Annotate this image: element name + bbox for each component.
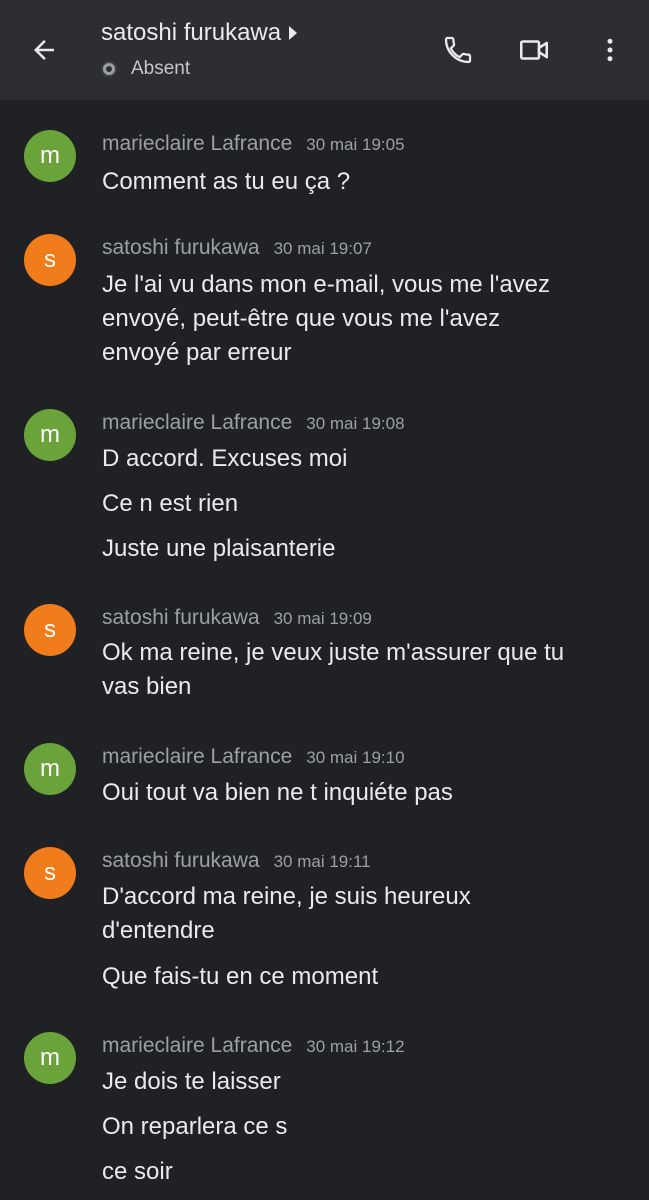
arrow-left-icon — [34, 40, 54, 60]
message-list: m marieclaire Lafrance 30 mai 19:05 Comm… — [0, 100, 649, 1200]
message-text[interactable]: Comment as tu eu ça ? — [102, 165, 622, 199]
message-text[interactable]: Que fais-tu en ce moment — [102, 960, 622, 994]
message-header: marieclaire Lafrance 30 mai 19:05 — [102, 132, 405, 156]
message-header: satoshi furukawa 30 mai 19:07 — [102, 236, 372, 260]
absent-status-icon — [103, 63, 115, 75]
sender-name: marieclaire Lafrance — [102, 745, 293, 768]
message-header: marieclaire Lafrance 30 mai 19:08 — [102, 411, 405, 435]
message-time: 30 mai 19:07 — [273, 239, 372, 258]
message-header: marieclaire Lafrance 30 mai 19:12 — [102, 1034, 405, 1058]
avatar-letter: m — [40, 421, 60, 448]
conversation-title[interactable]: satoshi furukawa — [101, 16, 298, 50]
message-text[interactable]: ce soir — [102, 1155, 622, 1189]
phone-icon — [444, 36, 472, 64]
message-time: 30 mai 19:09 — [273, 609, 372, 628]
avatar[interactable]: s — [24, 234, 76, 286]
message-text[interactable]: Oui tout va bien ne t inquiéte pas — [102, 776, 622, 810]
avatar-letter: m — [40, 142, 60, 169]
sender-name: satoshi furukawa — [102, 236, 260, 259]
avatar-letter: m — [40, 755, 60, 782]
message-text[interactable]: D accord. Excuses moi — [102, 442, 622, 476]
message-time: 30 mai 19:08 — [306, 414, 405, 433]
avatar[interactable]: m — [24, 1032, 76, 1084]
message-text[interactable]: Ce n est rien — [102, 487, 622, 521]
message-text[interactable]: Je l'ai vu dans mon e-mail, vous me l'av… — [102, 268, 622, 302]
chevron-right-icon — [289, 26, 298, 40]
sender-name: marieclaire Lafrance — [102, 1034, 293, 1057]
avatar-letter: m — [40, 1044, 60, 1071]
message-text[interactable]: Ok ma reine, je veux juste m'assurer que… — [102, 636, 622, 670]
chat-screen: satoshi furukawa Absent m marieclaire La… — [0, 0, 649, 1200]
avatar-letter: s — [44, 859, 56, 886]
message-text[interactable]: envoyé par erreur — [102, 336, 622, 370]
sender-name: marieclaire Lafrance — [102, 411, 293, 434]
message-text[interactable]: On reparlera ce s — [102, 1110, 622, 1144]
message-text[interactable]: d'entendre — [102, 914, 622, 948]
message-text[interactable]: envoyé, peut-être que vous me l'avez — [102, 302, 622, 336]
message-header: satoshi furukawa 30 mai 19:11 — [102, 849, 371, 873]
message-time: 30 mai 19:12 — [306, 1037, 405, 1056]
message-text[interactable]: Je dois te laisser — [102, 1065, 622, 1099]
avatar[interactable]: s — [24, 604, 76, 656]
sender-name: satoshi furukawa — [102, 849, 260, 872]
more-vertical-icon — [607, 38, 613, 62]
message-time: 30 mai 19:10 — [306, 748, 405, 767]
message-text[interactable]: vas bien — [102, 670, 622, 704]
avatar-letter: s — [44, 246, 56, 273]
avatar[interactable]: m — [24, 409, 76, 461]
top-app-bar: satoshi furukawa Absent — [0, 0, 649, 100]
video-call-button[interactable] — [512, 28, 556, 72]
message-time: 30 mai 19:05 — [306, 135, 405, 154]
avatar[interactable]: m — [24, 743, 76, 795]
message-text[interactable]: Juste une plaisanterie — [102, 532, 622, 566]
presence-status: Absent — [103, 58, 190, 80]
avatar[interactable]: s — [24, 847, 76, 899]
status-text: Absent — [131, 58, 191, 79]
message-header: satoshi furukawa 30 mai 19:09 — [102, 606, 372, 630]
message-text[interactable]: D'accord ma reine, je suis heureux — [102, 880, 622, 914]
back-button[interactable] — [22, 28, 66, 72]
video-camera-icon — [519, 40, 549, 60]
avatar[interactable]: m — [24, 130, 76, 182]
message-time: 30 mai 19:11 — [273, 852, 371, 871]
more-options-button[interactable] — [588, 28, 632, 72]
sender-name: satoshi furukawa — [102, 606, 260, 629]
avatar-letter: s — [44, 616, 56, 643]
contact-name: satoshi furukawa — [101, 19, 282, 46]
call-button[interactable] — [436, 28, 480, 72]
sender-name: marieclaire Lafrance — [102, 132, 293, 155]
message-header: marieclaire Lafrance 30 mai 19:10 — [102, 745, 405, 769]
